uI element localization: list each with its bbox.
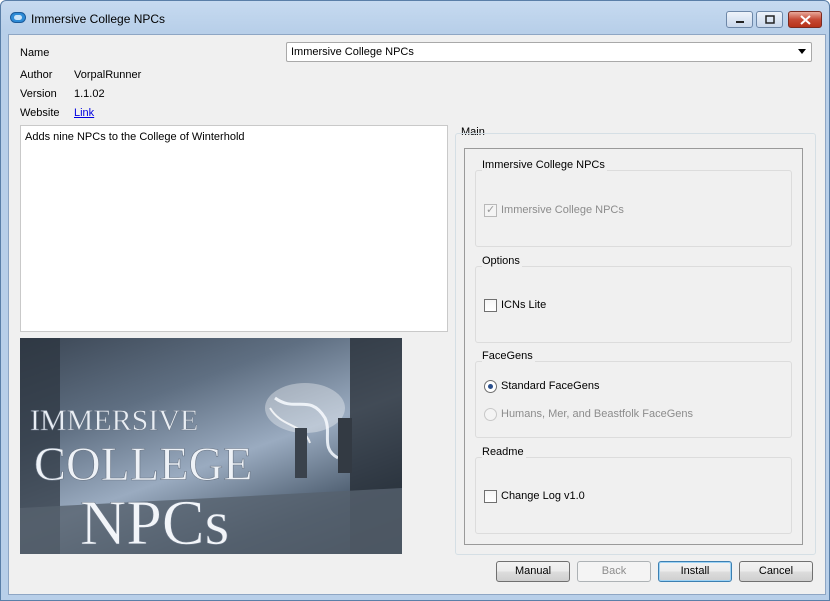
change-log-checkbox[interactable] [484,490,497,503]
app-icon [10,12,26,23]
maximize-icon [764,15,775,24]
close-button[interactable] [788,11,822,28]
author-label: Author [20,69,53,81]
title-bar[interactable]: Immersive College NPCs [1,1,829,35]
banner-line1: IMMERSIVE [30,404,198,437]
group-facegens [475,361,792,438]
installer-window: Immersive College NPCs Name Immersive Co… [0,0,830,601]
website-label: Website [20,107,60,119]
radio-selected-dot [488,384,493,389]
author-value: VorpalRunner [74,69,142,81]
description-box[interactable]: Adds nine NPCs to the College of Winterh… [20,125,448,332]
minimize-button[interactable] [726,11,753,28]
cancel-button[interactable]: Cancel [739,561,813,582]
standard-facegens-option-label: Standard FaceGens [501,380,600,392]
check-icon: ✓ [486,204,496,216]
humans-mer-beastfolk-facegens-radio[interactable] [484,408,497,421]
banner-line2: COLLEGE [34,438,253,491]
icns-lite-checkbox[interactable] [484,299,497,312]
version-value: 1.1.02 [74,88,105,100]
version-label: Version [20,88,57,100]
icns-lite-option-label: ICNs Lite [501,299,547,311]
install-button[interactable]: Install [658,561,732,582]
immersive-college-npcs-checkbox[interactable]: ✓ [484,204,497,217]
installer-client-area: Name Immersive College NPCs Author Vorpa… [8,34,826,595]
standard-facegens-radio[interactable] [484,380,497,393]
website-link[interactable]: Link [74,107,94,119]
group-title-readme: Readme [482,446,526,458]
minimize-icon [735,20,744,23]
change-log-option-label: Change Log v1.0 [501,490,585,502]
group-title-options: Options [482,255,522,267]
back-button[interactable]: Back [577,561,651,582]
description-text: Adds nine NPCs to the College of Winterh… [25,131,245,143]
mod-banner-image: IMMERSIVE COLLEGE NPCs [20,338,402,554]
chevron-down-icon [798,49,806,54]
group-title-facegens: FaceGens [482,350,535,362]
close-icon [799,14,811,25]
manual-button[interactable]: Manual [496,561,570,582]
group-title-immersive-college-npcs: Immersive College NPCs [482,159,607,171]
banner-line3: NPCs [80,487,229,554]
immersive-college-npcs-option-label: Immersive College NPCs [501,204,624,216]
window-title: Immersive College NPCs [31,12,166,26]
humans-mer-beastfolk-facegens-option-label: Humans, Mer, and Beastfolk FaceGens [501,408,693,420]
name-dropdown[interactable]: Immersive College NPCs [286,42,812,62]
name-label: Name [20,47,50,59]
maximize-button[interactable] [756,11,783,28]
name-dropdown-value: Immersive College NPCs [291,46,414,58]
